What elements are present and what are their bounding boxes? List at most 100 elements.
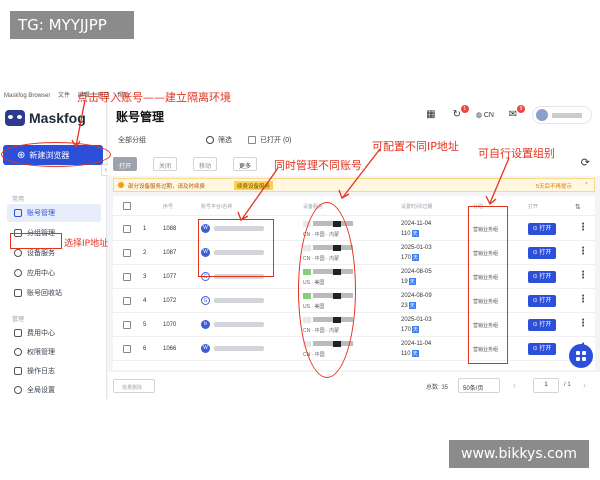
open-label: 打开: [539, 274, 552, 280]
row-id: 1088: [163, 226, 177, 232]
sidebar-item-permissions[interactable]: 权限管理: [7, 343, 101, 361]
days-remaining: 170 天: [401, 326, 420, 333]
select-all-checkbox[interactable]: [123, 202, 131, 210]
opened-checkbox[interactable]: [248, 135, 256, 144]
next-page-icon[interactable]: ›: [583, 380, 586, 390]
open-label: 打开: [539, 322, 552, 328]
user-menu[interactable]: [532, 106, 592, 124]
sidebar-item-label: 账号管理: [27, 210, 55, 217]
row-number: 3: [143, 274, 147, 280]
group-select[interactable]: 全部分组: [113, 132, 201, 147]
open-profile-button[interactable]: ⊙ 打开: [528, 343, 556, 355]
row-id: 1066: [163, 346, 177, 352]
account-name-redacted: [214, 322, 264, 327]
service-date: 2025-01-03: [401, 317, 432, 323]
row-checkbox[interactable]: [123, 297, 131, 305]
platform-avatar-icon: b: [201, 320, 210, 329]
sync-icon[interactable]: ↻ 1: [450, 105, 469, 122]
row-number: 1: [143, 226, 147, 232]
column-settings-icon[interactable]: ⇅: [575, 203, 581, 211]
filter-button[interactable]: 筛选: [206, 132, 232, 147]
per-page-select[interactable]: 50条/页: [458, 378, 500, 393]
row-id: 1087: [163, 250, 177, 256]
filter-label: 筛选: [218, 136, 232, 144]
open-profile-button[interactable]: ⊙ 打开: [528, 319, 556, 331]
row-checkbox[interactable]: [123, 225, 131, 233]
globe-icon: ◍: [475, 112, 484, 119]
table-row: 1 1088 W CN · 中国 · 内蒙 2024-11-04 110 天营销业务组 ⊙ 打…: [113, 217, 595, 241]
row-number: 6: [143, 346, 147, 352]
sidebar-item-recycle[interactable]: 账号回收站: [7, 284, 101, 302]
open-label: 打开: [539, 298, 552, 304]
notice-dismiss-link[interactable]: 5天后不再提示: [536, 182, 572, 190]
row-number: 4: [143, 298, 147, 304]
avatar: [536, 109, 548, 121]
open-profile-button[interactable]: ⊙ 打开: [528, 247, 556, 259]
sidebar-item-accounts[interactable]: 账号管理: [7, 204, 101, 222]
row-id: 1072: [163, 298, 177, 304]
days-remaining: 170 天: [401, 254, 420, 261]
close-selected-button[interactable]: 关闭: [153, 157, 178, 171]
more-options-icon[interactable]: ⋮: [578, 222, 588, 233]
page-number-input[interactable]: 1: [533, 378, 559, 393]
sidebar-item-label: 应用中心: [27, 270, 55, 277]
days-value: 23: [401, 303, 408, 309]
sidebar-item-billing[interactable]: 费用中心: [7, 324, 101, 342]
row-number: 2: [143, 250, 147, 256]
more-options-icon[interactable]: ⋮: [578, 246, 588, 257]
menu-file[interactable]: 文件: [58, 93, 70, 99]
message-icon[interactable]: ✉ 9: [506, 105, 525, 122]
row-id: 1070: [163, 322, 177, 328]
open-profile-button[interactable]: ⊙ 打开: [528, 223, 556, 235]
open-profile-button[interactable]: ⊙ 打开: [528, 271, 556, 283]
sync-badge: 1: [460, 105, 469, 113]
opened-filter[interactable]: 已打开 (0): [248, 132, 292, 147]
tg-label: TG: MYYJJPP: [10, 11, 134, 39]
service-date: 2024-08-09: [401, 293, 432, 299]
open-label: 打开: [539, 250, 552, 256]
sidebar-item-label: 费用中心: [27, 330, 55, 337]
row-checkbox[interactable]: [123, 273, 131, 281]
close-icon[interactable]: ×: [585, 181, 588, 187]
batch-delete-button[interactable]: 批量删除: [113, 379, 155, 393]
highlight-new-button: [1, 142, 111, 167]
grid-icon[interactable]: ▦: [424, 108, 438, 122]
annotation-ip-config: 可配置不同IP地址: [372, 140, 459, 153]
col-account: 账号平台/名称: [201, 204, 233, 210]
days-unit: 天: [411, 350, 419, 357]
sidebar-item-label: 操作日志: [27, 368, 55, 375]
days-remaining: 23 天: [401, 302, 416, 309]
filter-icon: [206, 135, 214, 144]
highlight-accounts: [198, 219, 274, 277]
row-checkbox[interactable]: [123, 249, 131, 257]
billing-icon: [14, 329, 22, 337]
row-checkbox[interactable]: [123, 321, 131, 329]
sidebar-item-label: 全局设置: [27, 387, 55, 394]
days-value: 110: [401, 231, 411, 237]
days-value: 110: [401, 351, 411, 357]
more-options-icon[interactable]: ⋮: [578, 318, 588, 329]
col-time: 设置时间/过期: [401, 204, 433, 210]
move-selected-button[interactable]: 移动: [193, 157, 218, 171]
open-selected-button[interactable]: 打开: [113, 157, 138, 171]
open-profile-button[interactable]: ⊙ 打开: [528, 295, 556, 307]
platform-avatar-icon: W: [201, 344, 210, 353]
sidebar-item-logs[interactable]: 操作日志: [7, 362, 101, 380]
account-icon: [14, 209, 22, 217]
warning-icon: [118, 182, 124, 188]
account-name-redacted: [214, 298, 264, 303]
sidebar-item-apps[interactable]: 应用中心: [7, 264, 101, 282]
table-row: 61066WCN · 中国2024-11-04110天营销业务组⊙ 打开⋮: [113, 337, 595, 361]
sidebar-item-settings[interactable]: 全局设置: [7, 381, 101, 399]
more-options-icon[interactable]: ⋮: [578, 294, 588, 305]
prev-page-icon[interactable]: ‹: [513, 380, 516, 390]
apps-fab-button[interactable]: [569, 344, 593, 368]
page-total: / 1: [564, 382, 571, 388]
arrow-group-setting: [485, 157, 510, 206]
refresh-icon[interactable]: ⟳: [581, 156, 590, 169]
language-switch[interactable]: ◍ CN: [475, 111, 494, 120]
menubar-title: Maskfog Browser: [4, 93, 51, 99]
annotation-import: 点击导入账号——建立隔离环境: [77, 91, 231, 104]
row-checkbox[interactable]: [123, 345, 131, 353]
more-options-icon[interactable]: ⋮: [578, 270, 588, 281]
